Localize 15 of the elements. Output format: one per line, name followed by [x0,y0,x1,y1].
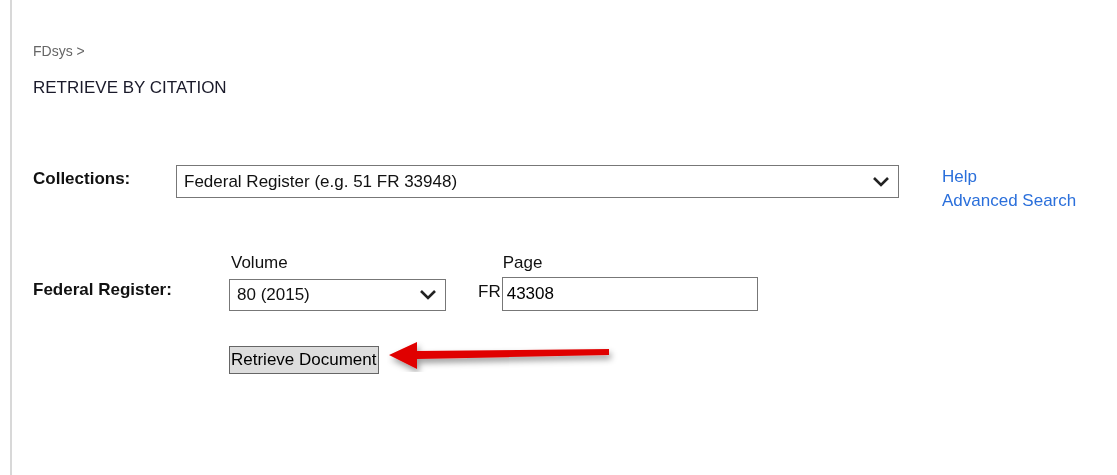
caret-icon [872,175,890,188]
collections-dropdown[interactable]: Federal Register (e.g. 51 FR 33948) [176,165,899,198]
page-input-field[interactable]: 43308 [501,277,758,312]
fr-prefix: FR [478,280,501,303]
volume-label: Volume [230,251,289,274]
help-link[interactable]: Help [942,165,1077,189]
caret-icon [419,289,437,302]
retrieve-document-button[interactable]: Retrieve Document [229,346,379,375]
volume-dropdown[interactable]: 80 (2015) [229,279,446,312]
breadcrumb-link[interactable]: FDsys > [33,41,85,62]
collections-label: Collections: [33,168,132,190]
federal-register-label: Federal Register: [33,278,173,301]
page-heading: RETRIEVE BY CITATION [33,76,227,99]
page-label: Page [501,251,544,274]
advanced-search-link[interactable]: Advanced Search [942,188,1077,213]
